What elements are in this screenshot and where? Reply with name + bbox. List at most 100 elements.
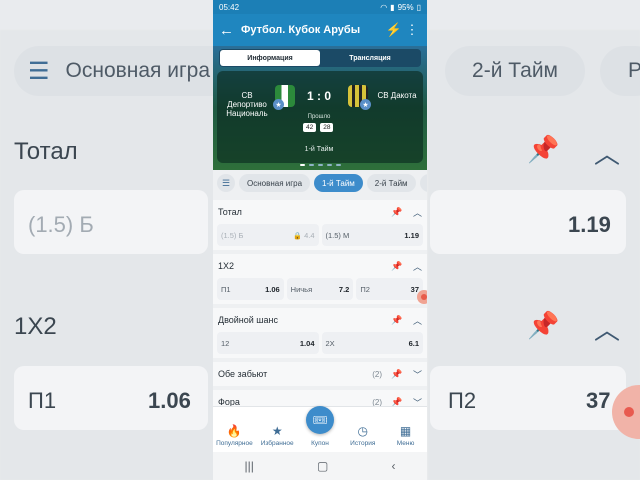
market-total: Тотал 📌 ︿ (1.5) Б 🔒 4.4 (1.5) М 1.19 — [213, 200, 427, 250]
carousel-dot — [326, 164, 332, 166]
background-main-game-label: Основная игра — [65, 59, 211, 82]
home-icon[interactable]: ▢ — [317, 459, 328, 473]
background-p2-value: 37 — [586, 388, 611, 413]
market-both-score: Обе забьют (2) 📌 ﹀ — [213, 362, 427, 386]
ticket-icon[interactable]: 🎟 — [305, 406, 334, 434]
odd-label: (1.5) Б — [221, 230, 244, 240]
market-header[interactable]: Обе забьют (2) 📌 ﹀ — [213, 362, 427, 386]
scoreboard: СВ Депортиво Националь ★ 1 : 0 ★ СВ Дако… — [217, 71, 423, 163]
bottom-navigation: 🔥 Популярное ★ Избранное 🎟 Купон ◷ Истор… — [213, 406, 427, 452]
app-bar: ← Футбол. Кубок Арубы ⚡ ⋮ — [213, 14, 427, 46]
team1-name: СВ Депортиво Националь — [226, 91, 268, 118]
nav-label: Купон — [311, 440, 329, 447]
nav-label: История — [350, 440, 376, 447]
odd-value: 6.1 — [408, 338, 419, 348]
odd-2x[interactable]: 2X 6.1 — [321, 332, 423, 354]
odd-label: (1.5) М — [325, 230, 350, 240]
more-vertical-icon[interactable]: ⋮ — [403, 22, 421, 38]
filter-first-half[interactable]: 1-й Тайм — [314, 174, 363, 192]
market-header[interactable]: 1X2 📌 ︿ — [213, 254, 427, 278]
battery-level: 95% — [397, 2, 414, 12]
period-filter-bar: ☰ Основная игра 1-й Тайм 2-й Тайм Р — [213, 170, 427, 196]
list-icon[interactable]: ☰ — [217, 174, 235, 192]
carousel-indicator — [213, 164, 427, 166]
back-arrow-icon[interactable]: ← — [219, 22, 241, 39]
odd-12[interactable]: 12 1.04 — [217, 332, 319, 354]
filter-more[interactable]: Р — [419, 174, 427, 192]
odd-label: П1 — [221, 284, 231, 294]
market-header[interactable]: Тотал 📌 ︿ — [213, 200, 427, 224]
pin-icon[interactable]: 📌 — [390, 315, 404, 326]
odd-p1[interactable]: П1 1.06 — [217, 278, 284, 300]
pin-icon[interactable]: 📌 — [390, 261, 404, 272]
clock-seconds: 28 — [320, 123, 334, 132]
background-total-title: Тотал — [14, 138, 78, 165]
market-header[interactable]: Двойной шанс 📌 ︿ — [213, 308, 427, 332]
filter-main-game[interactable]: Основная игра — [239, 174, 311, 192]
match-score: 1 : 0 — [306, 89, 331, 103]
recent-apps-icon[interactable]: ||| — [245, 459, 254, 473]
carousel-dot — [299, 164, 305, 166]
nav-favorites[interactable]: ★ Избранное — [256, 410, 299, 452]
nav-coupon[interactable]: 🎟 Купон — [299, 406, 342, 452]
odd-value: 1.06 — [265, 284, 280, 294]
odds-row: (1.5) Б 🔒 4.4 (1.5) М 1.19 — [213, 224, 427, 250]
background-p1-value: 1.06 — [148, 388, 191, 413]
nav-label: Избранное — [260, 440, 294, 447]
chevron-down-icon[interactable]: ﹀ — [404, 368, 422, 381]
odd-label: 2X — [325, 338, 335, 348]
elapsed-label: Прошло — [307, 114, 331, 120]
system-navigation: ||| ▢ ‹ — [213, 452, 427, 480]
floating-record-button[interactable] — [417, 290, 427, 304]
odd-draw[interactable]: Ничья 7.2 — [286, 278, 354, 300]
odd-over[interactable]: (1.5) Б 🔒 4.4 — [217, 224, 319, 246]
battery-icon: ▯ — [416, 2, 421, 12]
chevron-up-icon[interactable]: ︿ — [404, 260, 422, 273]
favorite-star-icon[interactable]: ★ — [360, 99, 371, 110]
chevron-up-icon[interactable]: ︿ — [404, 206, 422, 219]
market-title: Двойной шанс — [218, 315, 279, 325]
carousel-dot — [335, 164, 341, 166]
filter-second-half[interactable]: 2-й Тайм — [366, 174, 416, 192]
odd-p2[interactable]: П2 37 — [356, 278, 424, 300]
phone-screen: 05:42 ◠ ▮ 95% ▯ ← Футбол. Кубок Арубы ⚡ … — [213, 0, 427, 480]
odd-under[interactable]: (1.5) М 1.19 — [321, 224, 423, 246]
pin-icon: 📌 — [527, 134, 560, 164]
background-second-half-pill: 2-й Тайм — [445, 46, 585, 96]
background-under-value: 1.19 — [568, 212, 611, 237]
tab-info[interactable]: Информация — [220, 50, 320, 66]
page-title: Футбол. Кубок Арубы — [241, 24, 361, 36]
nav-label: Меню — [396, 440, 415, 447]
lock-icon: 🔒 — [293, 232, 303, 240]
background-p1-label: П1 — [28, 388, 57, 413]
odd-value: 7.2 — [338, 284, 350, 294]
odd-label: 12 — [221, 338, 230, 348]
clock-minutes: 42 — [303, 123, 317, 132]
list-icon: ☰ — [28, 57, 50, 85]
nav-history[interactable]: ◷ История — [341, 410, 384, 452]
background-main-game-pill: ☰ Основная игра — [14, 46, 244, 96]
carousel-dot — [308, 164, 314, 166]
odds-row: 12 1.04 2X 6.1 — [213, 332, 427, 358]
market-title: Тотал — [218, 207, 242, 217]
nav-menu[interactable]: ▦ Меню — [384, 410, 427, 452]
market-1x2: 1X2 📌 ︿ П1 1.06 Ничья 7.2 П2 37 — [213, 254, 427, 304]
star-icon: ★ — [271, 424, 283, 438]
match-hero: Информация Трансляция СВ Депортиво Нацио… — [213, 46, 427, 170]
tab-stream[interactable]: Трансляция — [320, 50, 420, 66]
market-count: (2) — [372, 369, 382, 379]
market-double-chance: Двойной шанс 📌 ︿ 12 1.04 2X 6.1 — [213, 308, 427, 358]
nav-label: Популярное — [216, 440, 253, 447]
back-icon[interactable]: ‹ — [391, 459, 395, 473]
wifi-icon: ◠ — [380, 2, 388, 12]
chevron-up-icon: ︿ — [594, 315, 621, 345]
nav-popular[interactable]: 🔥 Популярное — [213, 410, 256, 452]
favorite-star-icon[interactable]: ★ — [273, 99, 284, 110]
lightning-icon[interactable]: ⚡ — [385, 22, 403, 38]
odd-value: 1.04 — [299, 338, 315, 348]
pin-icon[interactable]: 📌 — [390, 369, 404, 380]
market-title: Обе забьют — [218, 369, 268, 379]
status-time: 05:42 — [219, 2, 240, 12]
pin-icon[interactable]: 📌 — [390, 207, 404, 218]
chevron-up-icon[interactable]: ︿ — [404, 314, 422, 327]
